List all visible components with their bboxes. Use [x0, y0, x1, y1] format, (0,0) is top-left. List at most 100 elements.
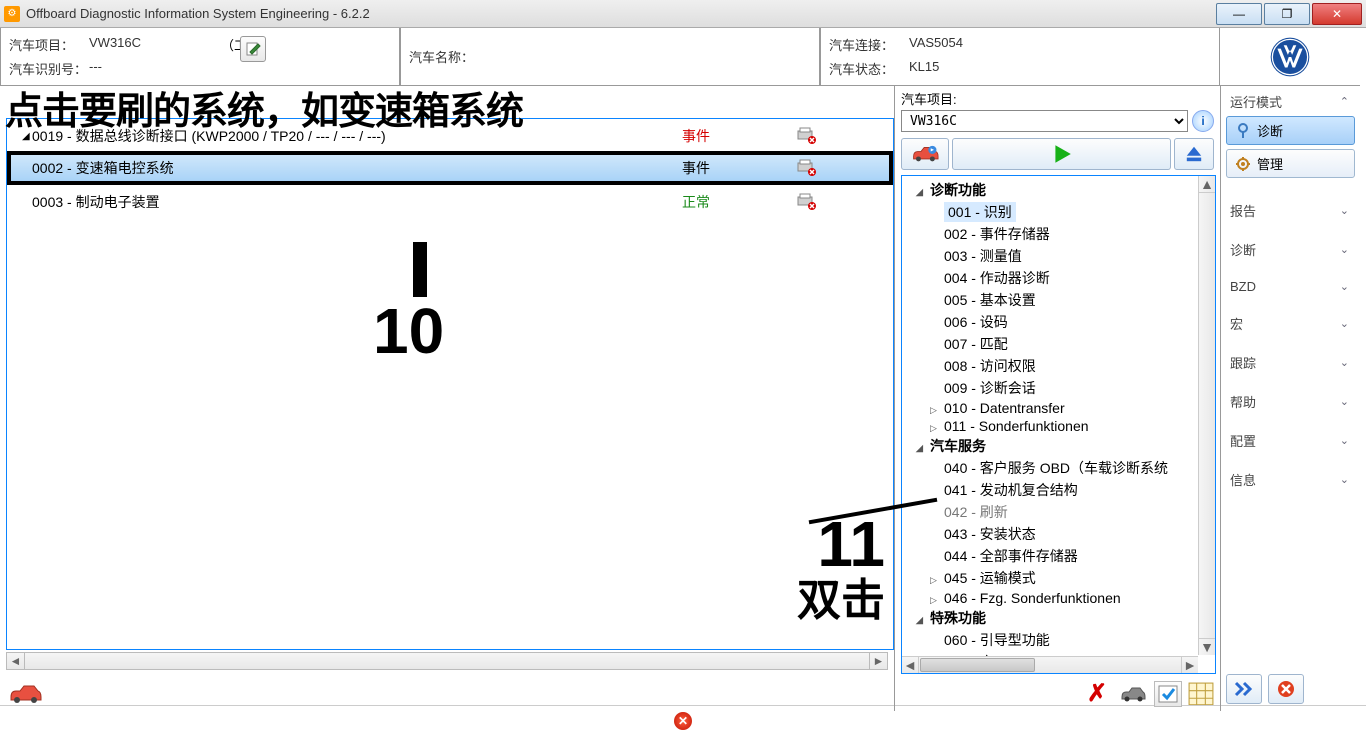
annotation-title: 点击要刷的系统，如变速箱系统: [5, 80, 523, 135]
tree-item[interactable]: 008 - 访问权限: [902, 355, 1215, 377]
header-right: 汽车连接：VAS5054 汽车状态：KL15: [820, 28, 1220, 86]
tree-item[interactable]: 007 - 匹配: [902, 333, 1215, 355]
tab-admin[interactable]: 管理: [1226, 149, 1355, 178]
tree-item[interactable]: 060 - 引导型功能: [902, 629, 1215, 651]
tree-item[interactable]: 005 - 基本设置: [902, 289, 1215, 311]
tree-item[interactable]: 002 - 事件存储器: [902, 223, 1215, 245]
macro-header[interactable]: 宏⌄: [1224, 311, 1357, 336]
tree-horizontal-scrollbar[interactable]: ◄►: [902, 656, 1198, 673]
maximize-button[interactable]: ❐: [1264, 3, 1310, 25]
car-small-icon[interactable]: [1118, 681, 1148, 707]
status-error-icon[interactable]: ✕: [674, 712, 692, 730]
chevron-down-icon: ⌄: [1340, 280, 1349, 293]
tab-diagnosis[interactable]: 诊断: [1226, 116, 1355, 145]
tree-item[interactable]: 044 - 全部事件存储器: [902, 545, 1215, 567]
tree-item[interactable]: 041 - 发动机复合结构: [902, 479, 1215, 501]
header-mid: 汽车名称：: [400, 28, 820, 86]
chevron-down-icon: ⌄: [1340, 317, 1349, 330]
config-header[interactable]: 配置⌄: [1224, 428, 1357, 453]
tree-item[interactable]: ▷010 - Datentransfer: [902, 399, 1215, 417]
annotation-number-11: 11双击: [797, 511, 885, 624]
state-label: 汽车状态：: [829, 59, 909, 78]
vin-label: 汽车识别号：: [9, 59, 89, 78]
play-button[interactable]: [952, 138, 1171, 170]
tree-vertical-scrollbar[interactable]: ▲▼: [1198, 176, 1215, 655]
diag-header[interactable]: 诊断⌄: [1224, 237, 1357, 262]
project-label: 汽车项目：: [9, 35, 89, 54]
tree-group-svc[interactable]: ◢汽车服务: [902, 435, 1215, 457]
scroll-right-icon[interactable]: ►: [1181, 657, 1198, 673]
chevron-down-icon: ⌄: [1340, 356, 1349, 369]
vin-value: ---: [89, 59, 102, 78]
header-left: 汽车项目：VW316C（工程） 汽车识别号：---: [0, 28, 400, 86]
scroll-left-icon[interactable]: ◄: [7, 653, 25, 669]
tree-group-spec[interactable]: ◢特殊功能: [902, 607, 1215, 629]
window-title: Offboard Diagnostic Information System E…: [26, 6, 1214, 21]
tree-group-diag[interactable]: ◢诊断功能: [902, 179, 1215, 201]
chevron-down-icon: ⌄: [1340, 395, 1349, 408]
vw-logo-icon: [1269, 36, 1311, 78]
project-select[interactable]: VW316C: [901, 110, 1188, 132]
header-logo-area: [1220, 28, 1360, 86]
app-icon: ⚙: [4, 6, 20, 22]
chevron-down-icon: ⌄: [1340, 434, 1349, 447]
horizontal-scrollbar[interactable]: ◄ ►: [6, 652, 888, 670]
track-header[interactable]: 跟踪⌄: [1224, 350, 1357, 375]
function-tree[interactable]: ◢诊断功能 001 - 识别 002 - 事件存储器 003 - 测量值 004…: [901, 175, 1216, 674]
state-value: KL15: [909, 59, 939, 78]
forward-button[interactable]: [1226, 674, 1262, 704]
project-value: VW316C: [89, 35, 141, 54]
printer-error-icon: [792, 192, 820, 212]
apply-button[interactable]: [1154, 681, 1182, 707]
chevron-up-icon: ⌃: [1340, 95, 1349, 108]
tree-item[interactable]: 040 - 客户服务 OBD（车载诊断系统: [902, 457, 1215, 479]
system-status: 事件: [682, 158, 792, 178]
edit-name-button[interactable]: [240, 36, 266, 62]
scroll-left-icon[interactable]: ◄: [902, 657, 919, 673]
scroll-thumb[interactable]: [920, 658, 1035, 672]
mode-header[interactable]: 运行模式⌃: [1224, 89, 1357, 114]
help-header[interactable]: 帮助⌄: [1224, 389, 1357, 414]
printer-error-icon: [792, 126, 820, 146]
tree-item[interactable]: 003 - 测量值: [902, 245, 1215, 267]
system-code: 0003 - 制动电子装置: [32, 192, 682, 212]
close-button[interactable]: ✕: [1312, 3, 1362, 25]
scroll-right-icon[interactable]: ►: [869, 653, 887, 669]
tree-item-selected[interactable]: 042 - 刷新: [902, 501, 1215, 523]
minimize-button[interactable]: —: [1216, 3, 1262, 25]
car-name-label: 汽车名称：: [409, 47, 489, 66]
car-refresh-button[interactable]: [901, 138, 949, 170]
system-status: 事件: [682, 126, 792, 146]
report-header[interactable]: 报告⌄: [1224, 198, 1357, 223]
tree-item[interactable]: ▷046 - Fzg. Sonderfunktionen: [902, 589, 1215, 607]
tree-item[interactable]: 004 - 作动器诊断: [902, 267, 1215, 289]
tree-item[interactable]: 001 - 识别: [902, 201, 1215, 223]
info-header[interactable]: 信息⌄: [1224, 467, 1357, 492]
system-list[interactable]: ◢ 0019 - 数据总线诊断接口 (KWP2000 / TP20 / --- …: [6, 118, 894, 650]
cancel-button[interactable]: ✗: [1082, 681, 1112, 707]
printer-error-icon: [792, 158, 820, 178]
conn-value: VAS5054: [909, 35, 963, 54]
tree-item[interactable]: 009 - 诊断会话: [902, 377, 1215, 399]
tree-item[interactable]: ▷045 - 运输模式: [902, 567, 1215, 589]
bzd-header[interactable]: BZD⌄: [1224, 276, 1357, 297]
stop-button[interactable]: [1268, 674, 1304, 704]
info-button[interactable]: i: [1192, 110, 1214, 132]
grid-button[interactable]: [1188, 682, 1214, 706]
eject-button[interactable]: [1174, 138, 1214, 170]
system-row[interactable]: 0003 - 制动电子装置 正常: [7, 185, 893, 219]
tree-item[interactable]: ▷011 - Sonderfunktionen: [902, 417, 1215, 435]
mid-project-label: 汽车项目:: [901, 89, 1214, 108]
scroll-down-icon[interactable]: ▼: [1199, 638, 1215, 655]
tree-item[interactable]: 006 - 设码: [902, 311, 1215, 333]
system-row-selected[interactable]: 0002 - 变速箱电控系统 事件: [7, 151, 893, 185]
chevron-down-icon: ⌄: [1340, 204, 1349, 217]
conn-label: 汽车连接：: [829, 35, 909, 54]
scroll-up-icon[interactable]: ▲: [1199, 176, 1215, 193]
chevron-down-icon: ⌄: [1340, 243, 1349, 256]
left-footer: [0, 676, 894, 711]
chevron-down-icon: ⌄: [1340, 473, 1349, 486]
car-icon[interactable]: [8, 683, 42, 705]
annotation-line-10: [413, 242, 427, 297]
tree-item[interactable]: 043 - 安装状态: [902, 523, 1215, 545]
